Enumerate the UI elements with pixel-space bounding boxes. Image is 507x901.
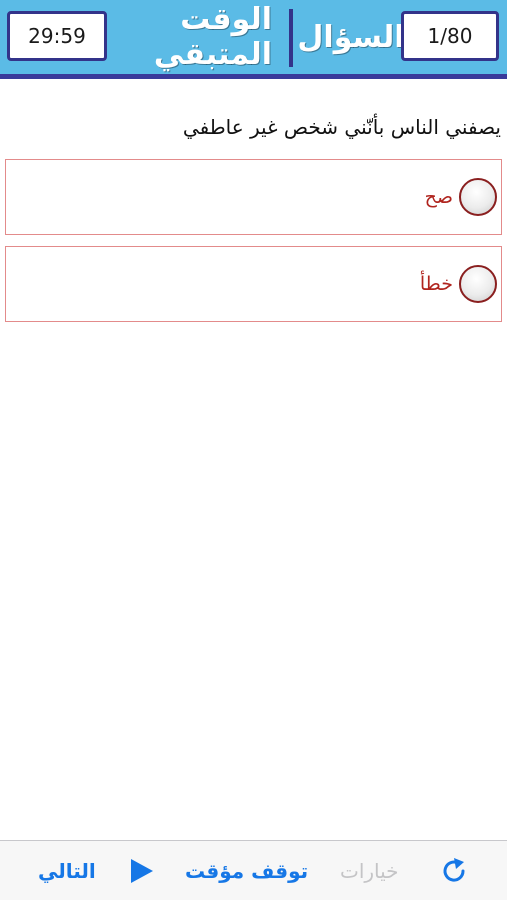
time-left-label: الوقت المتبقي [153,2,272,72]
answer-option-false[interactable]: خطأ [5,246,502,322]
answer-label: خطأ [419,273,453,295]
timer-display: 29:59 [7,11,107,61]
radio-button-icon[interactable] [459,178,497,216]
answer-label: صح [424,186,453,208]
header-divider [289,9,293,67]
refresh-button[interactable] [440,841,470,901]
options-button[interactable]: خيارات [340,841,399,901]
question-label: السؤال [297,19,405,55]
next-button[interactable]: التالي [38,841,96,901]
question-text: يصفني الناس بأنّني شخص غير عاطفي [182,115,501,139]
bottom-toolbar: التالي توقف مؤقت خيارات [0,840,507,900]
question-counter-value: 1/80 [427,24,473,48]
timer-value: 29:59 [28,24,86,48]
refresh-icon [443,858,465,882]
play-icon [131,859,153,883]
radio-button-icon[interactable] [459,265,497,303]
question-counter: 1/80 [401,11,499,61]
header-underline [0,74,507,79]
play-button[interactable] [127,841,155,901]
answer-option-true[interactable]: صح [5,159,502,235]
pause-timer-button[interactable]: توقف مؤقت [185,841,308,901]
